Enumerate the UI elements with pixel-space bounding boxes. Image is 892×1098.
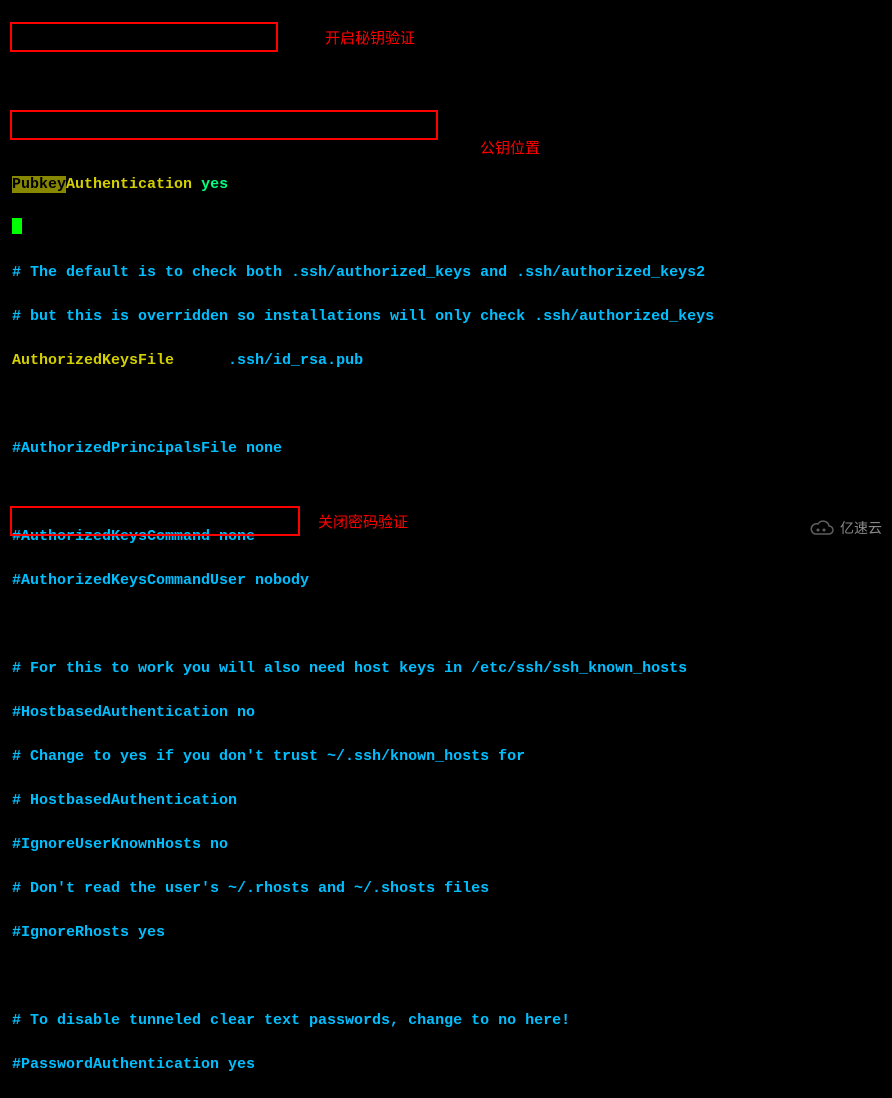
comment-line: #AuthorizedKeysCommandUser nobody [12, 570, 880, 592]
comment-line: # For this to work you will also need ho… [12, 658, 880, 680]
comment-line: #IgnoreRhosts yes [12, 922, 880, 944]
blank-line [12, 966, 880, 988]
comment-line: #AuthorizedKeysCommand none [12, 526, 880, 548]
comment-line: # To disable tunneled clear text passwor… [12, 1010, 880, 1032]
comment-line: # The default is to check both .ssh/auth… [12, 262, 880, 284]
config-value: .ssh/id_rsa.pub [228, 352, 363, 369]
config-key-pubkey: Pubkey [12, 176, 66, 193]
annotation-enable-key-auth: 开启秘钥验证 [325, 28, 415, 50]
blank-line [12, 614, 880, 636]
watermark: 亿速云 [808, 517, 882, 539]
cursor [12, 218, 22, 234]
blank-line [12, 394, 880, 416]
annotation-disable-password: 关闭密码验证 [318, 512, 408, 534]
config-key: AuthorizedKeysFile [12, 352, 174, 369]
blank-line [12, 482, 880, 504]
comment-line: # but this is overridden so installation… [12, 306, 880, 328]
comment-line: # Don't read the user's ~/.rhosts and ~/… [12, 878, 880, 900]
comment-line: # HostbasedAuthentication [12, 790, 880, 812]
comment-line: # Change to yes if you don't trust ~/.ss… [12, 746, 880, 768]
annotation-pubkey-location: 公钥位置 [480, 138, 540, 160]
config-line-authorized-keys: AuthorizedKeysFile .ssh/id_rsa.pub [12, 350, 880, 372]
highlight-box-pubkey [10, 22, 278, 52]
config-line-pubkey-auth: PubkeyAuthentication yes [12, 174, 880, 196]
comment-line: #AuthorizedPrincipalsFile none [12, 438, 880, 460]
config-value-yes: yes [201, 176, 228, 193]
config-key-auth: Authentication [66, 176, 192, 193]
comment-line: #PasswordAuthentication yes [12, 1054, 880, 1076]
comment-line: #IgnoreUserKnownHosts no [12, 834, 880, 856]
watermark-text: 亿速云 [840, 517, 882, 539]
cloud-icon [808, 519, 836, 537]
cursor-line [12, 218, 880, 240]
comment-line: #HostbasedAuthentication no [12, 702, 880, 724]
config-line [12, 130, 880, 152]
terminal-output: PubkeyAuthentication yes # The default i… [12, 108, 880, 1098]
